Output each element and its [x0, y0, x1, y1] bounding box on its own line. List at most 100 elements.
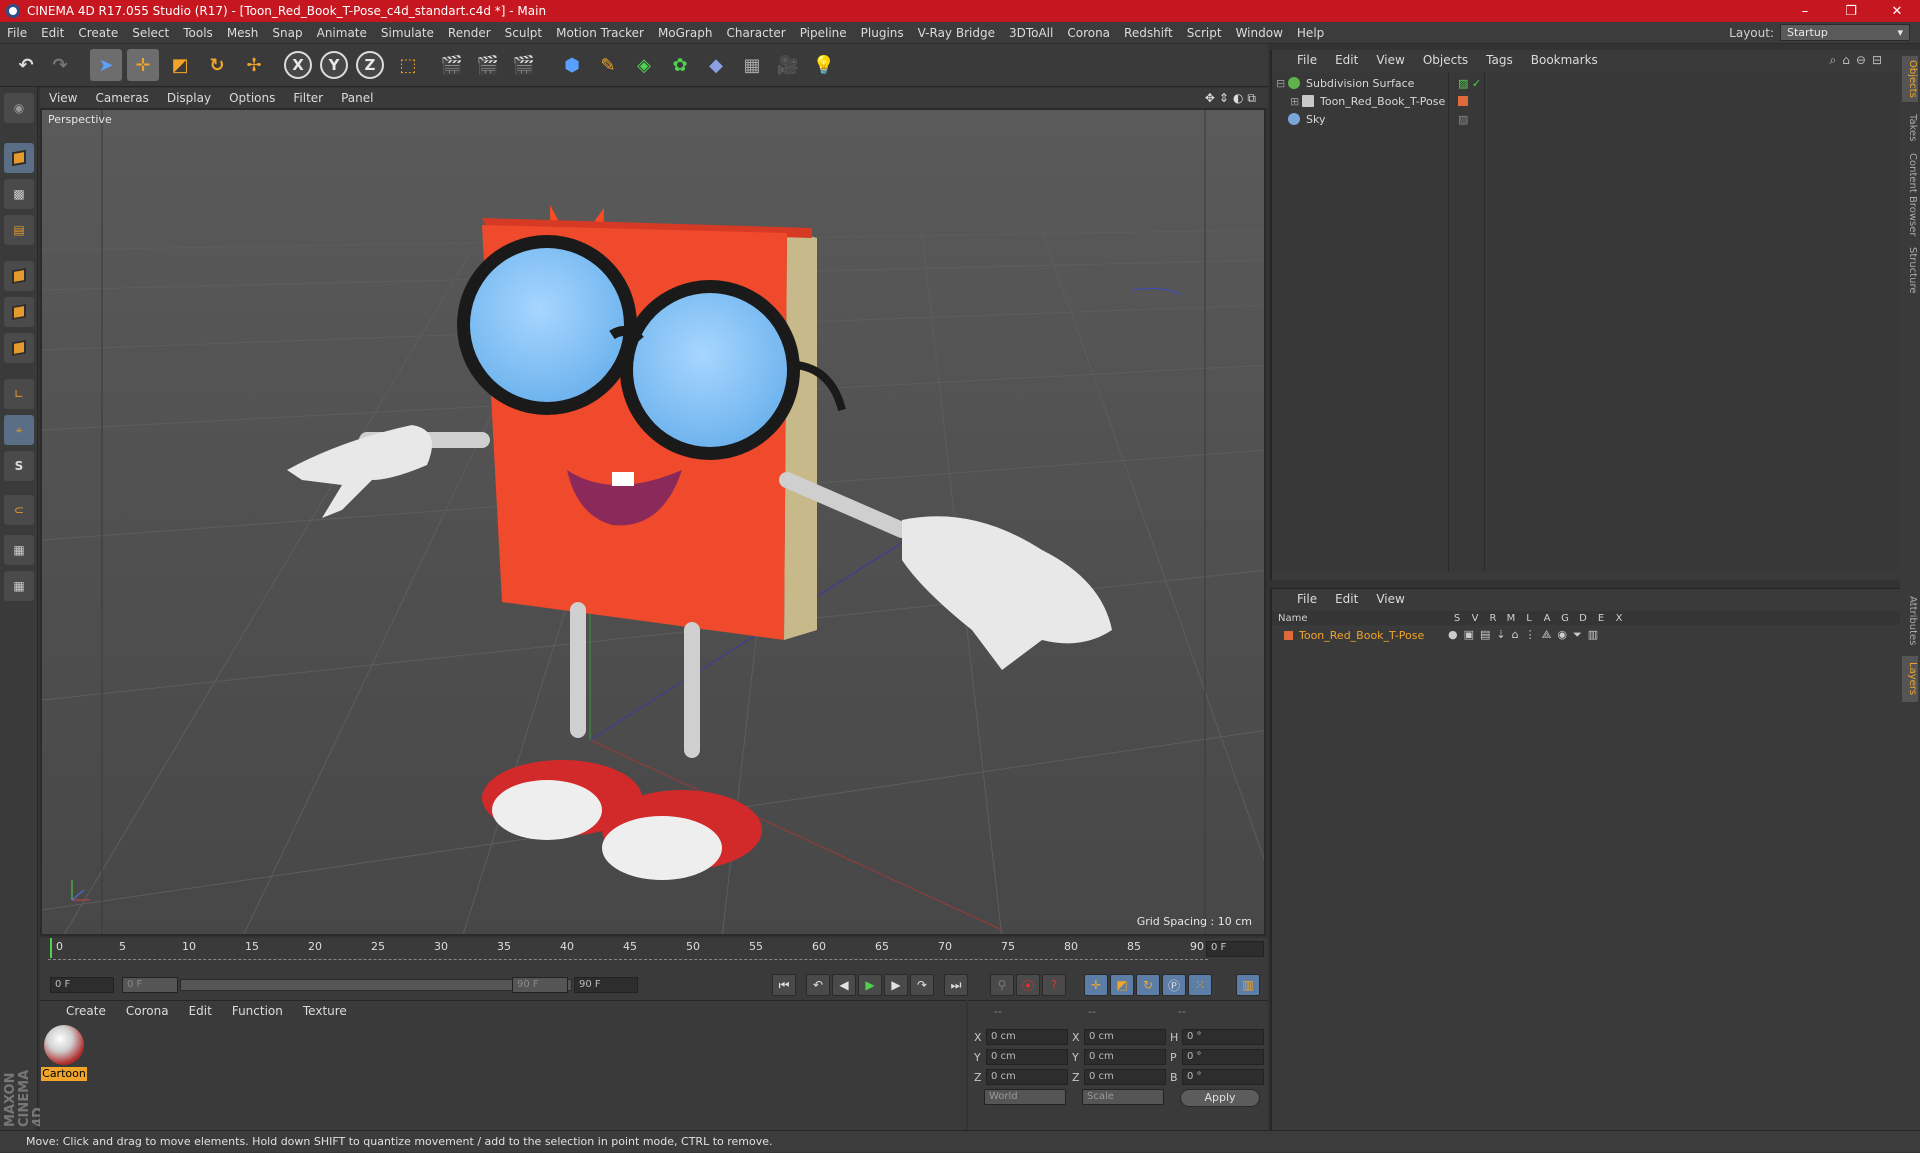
rotation-b-field[interactable]: 0 ° [1182, 1069, 1264, 1085]
layer-menu-edit[interactable]: Edit [1326, 592, 1367, 606]
light-button[interactable]: 💡 [808, 49, 840, 81]
menu-character[interactable]: Character [719, 26, 792, 40]
position-z-field[interactable]: 0 cm [986, 1069, 1068, 1085]
mat-menu-function[interactable]: Function [222, 1004, 293, 1018]
edges-mode-button[interactable] [4, 297, 34, 327]
col-animation[interactable]: A [1538, 613, 1556, 624]
goto-prev-key-button[interactable]: ↶ [806, 974, 830, 996]
range-start-field[interactable]: 0 F [122, 977, 178, 993]
autokey-button[interactable]: ? [1042, 974, 1066, 996]
move-button[interactable]: ✛ [127, 49, 159, 81]
col-xref[interactable]: X [1610, 613, 1628, 624]
timeline-button[interactable]: ▥ [1236, 974, 1260, 996]
rotate-button[interactable]: ↻ [201, 49, 233, 81]
object-name[interactable]: Sky [1306, 113, 1325, 126]
axis-x-button[interactable]: X [284, 51, 312, 79]
object-name[interactable]: Subdivision Surface [1306, 77, 1414, 90]
menu-script[interactable]: Script [1180, 26, 1229, 40]
layer-name-cell[interactable]: Toon_Red_Book_T-Pose [1272, 629, 1448, 642]
deformer-button[interactable]: ◆ [700, 49, 732, 81]
render-picture-viewer-button[interactable]: 🎬 [472, 49, 504, 81]
menu-3dtoall[interactable]: 3DToAll [1002, 26, 1060, 40]
menu-sculpt[interactable]: Sculpt [498, 26, 549, 40]
menu-edit[interactable]: Edit [34, 26, 71, 40]
start-frame-field[interactable]: 0 F [50, 977, 114, 993]
vp-menu-options[interactable]: Options [220, 91, 284, 105]
range-end-field[interactable]: 90 F [512, 977, 568, 993]
make-editable-button[interactable]: ◉ [4, 93, 34, 123]
size-mode-select[interactable]: Scale [1082, 1089, 1164, 1105]
col-deformers[interactable]: D [1574, 613, 1592, 624]
pen-button[interactable]: ✎ [592, 49, 624, 81]
position-x-field[interactable]: 0 cm [986, 1029, 1068, 1045]
apply-button[interactable]: Apply [1180, 1089, 1260, 1107]
object-row[interactable]: ⊞ Toon_Red_Book_T-Pose [1276, 92, 1896, 110]
layer-row[interactable]: Toon_Red_Book_T-Pose ●▣▤⇣⌂⋮⟁◉⏷▥ [1272, 627, 1902, 643]
menu-plugins[interactable]: Plugins [854, 26, 911, 40]
size-z-field[interactable]: 0 cm [1084, 1069, 1166, 1085]
position-y-field[interactable]: 0 cm [986, 1049, 1068, 1065]
end-frame-field[interactable]: 90 F [574, 977, 638, 993]
obj-menu-objects[interactable]: Objects [1414, 53, 1477, 67]
goto-end-button[interactable]: ⏭ [944, 974, 968, 996]
solo-mode-button[interactable]: S [4, 451, 34, 481]
undo-button[interactable]: ↶ [10, 49, 42, 81]
menu-create[interactable]: Create [71, 26, 125, 40]
keyframe-selection-button[interactable]: ⚲ [990, 974, 1014, 996]
transform-button[interactable]: ✢ [238, 49, 270, 81]
vp-menu-cameras[interactable]: Cameras [86, 91, 157, 105]
object-row[interactable]: ⊟ Subdivision Surface ▨ ✓ [1276, 74, 1896, 92]
layer-menu-view[interactable]: View [1367, 592, 1413, 606]
points-mode-button[interactable] [4, 261, 34, 291]
menu-window[interactable]: Window [1229, 26, 1290, 40]
col-locked[interactable]: L [1520, 613, 1538, 624]
current-frame-field[interactable]: 0 F [1206, 941, 1264, 957]
record-rotation-button[interactable]: ↻ [1136, 974, 1160, 996]
expand-icon[interactable]: ⊞ [1290, 95, 1302, 108]
collapse-icon[interactable]: ⊟ [1276, 77, 1288, 90]
vp-menu-panel[interactable]: Panel [332, 91, 382, 105]
mat-menu-texture[interactable]: Texture [293, 1004, 357, 1018]
cube-button[interactable]: ⬢ [556, 49, 588, 81]
workplane-lock-button[interactable]: ▦ [4, 535, 34, 565]
menu-snap[interactable]: Snap [265, 26, 309, 40]
menu-mograph[interactable]: MoGraph [651, 26, 720, 40]
menu-select[interactable]: Select [125, 26, 176, 40]
layer-color-swatch[interactable] [1284, 630, 1293, 640]
object-name[interactable]: Toon_Red_Book_T-Pose [1320, 95, 1445, 108]
texture-mode-button[interactable]: ▩ [4, 179, 34, 209]
workplane-mode-button[interactable]: ▤ [4, 215, 34, 245]
layer-color-tag[interactable] [1458, 96, 1468, 106]
subdivision-button[interactable]: ◈ [628, 49, 660, 81]
perspective-viewport[interactable]: Perspective Grid Spacing : 10 cm [40, 108, 1266, 936]
menu-help[interactable]: Help [1290, 26, 1331, 40]
vp-menu-filter[interactable]: Filter [284, 91, 332, 105]
checkmark-icon[interactable]: ▨ ✓ [1458, 77, 1481, 90]
tab-objects[interactable]: Objects [1902, 56, 1918, 102]
object-row[interactable]: Sky ▨ [1276, 110, 1896, 128]
mat-menu-edit[interactable]: Edit [179, 1004, 222, 1018]
material-swatch[interactable] [44, 1025, 84, 1065]
mat-menu-create[interactable]: Create [56, 1004, 116, 1018]
goto-start-button[interactable]: ⏮ [772, 974, 796, 996]
scale-button[interactable]: ◩ [164, 49, 196, 81]
menu-vray-bridge[interactable]: V-Ray Bridge [911, 26, 1002, 40]
col-expressions[interactable]: E [1592, 613, 1610, 624]
col-solo[interactable]: S [1448, 613, 1466, 624]
render-view-button[interactable]: 🎬 [436, 49, 468, 81]
material-name[interactable]: Cartoon [41, 1067, 87, 1081]
tab-attributes[interactable]: Attributes [1902, 590, 1918, 652]
workplane-align-button[interactable]: ▦ [4, 571, 34, 601]
obj-menu-bookmarks[interactable]: Bookmarks [1522, 53, 1607, 67]
menu-simulate[interactable]: Simulate [374, 26, 441, 40]
play-button[interactable]: ▶ [858, 974, 882, 996]
col-name[interactable]: Name [1272, 613, 1448, 624]
menu-file[interactable]: File [0, 26, 34, 40]
viewport-nav-icons[interactable]: ✥⇕◐⧉ [1205, 91, 1268, 106]
tab-layers[interactable]: Layers [1902, 656, 1918, 702]
menu-motion-tracker[interactable]: Motion Tracker [549, 26, 651, 40]
render-settings-button[interactable]: 🎬 [508, 49, 540, 81]
model-mode-button[interactable] [4, 143, 34, 173]
col-generators[interactable]: G [1556, 613, 1574, 624]
polygons-mode-button[interactable] [4, 333, 34, 363]
